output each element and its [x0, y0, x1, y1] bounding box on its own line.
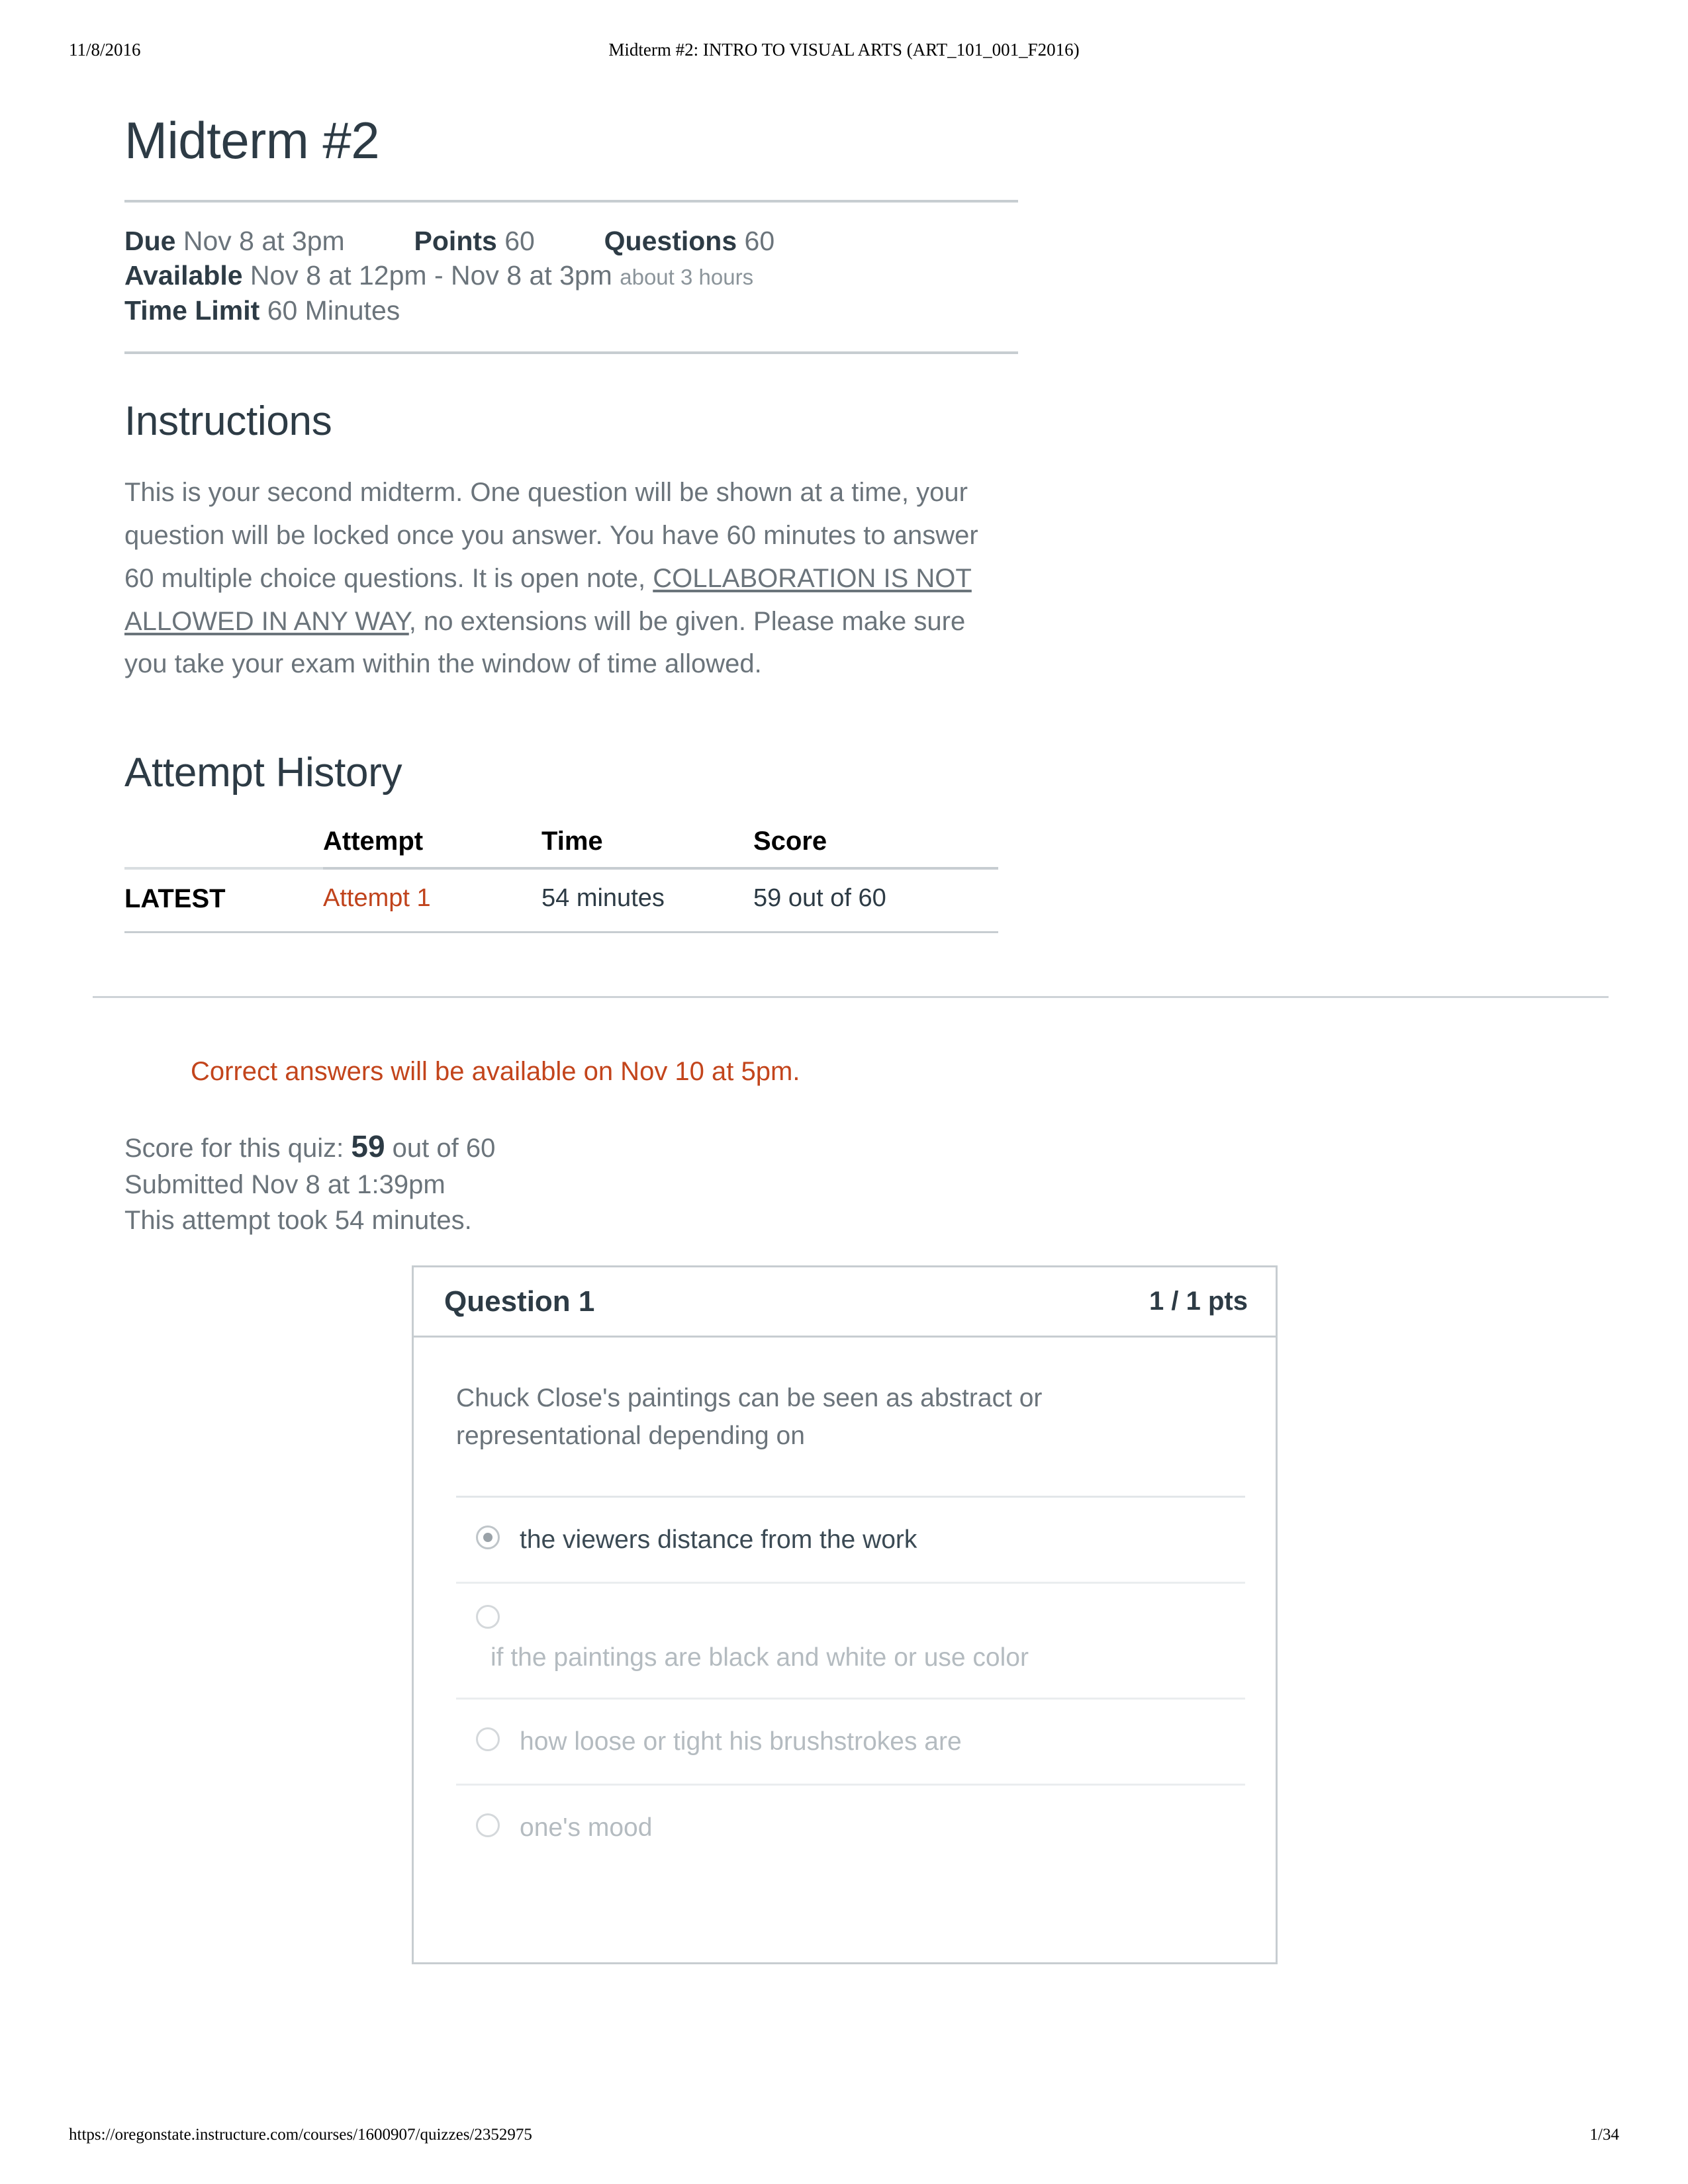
questions-value: 60 — [744, 225, 775, 256]
print-footer-url: https://oregonstate.instructure.com/cour… — [69, 2126, 532, 2144]
answer-option-1[interactable]: the viewers distance from the work — [456, 1496, 1245, 1582]
table-row: LATEST Attempt 1 54 minutes 59 out of 60 — [124, 868, 998, 934]
answer-option-label: if the paintings are black and white or … — [491, 1643, 1029, 1672]
radio-wrap-4 — [456, 1811, 520, 1838]
score-line: Score for this quiz: 59 out of 60 — [124, 1126, 1614, 1167]
column-header-blank — [124, 827, 323, 870]
instructions-body: This is your second midterm. One questio… — [124, 471, 998, 686]
correct-answers-availability-note: Correct answers will be available on Nov… — [191, 1057, 800, 1086]
divider-below-meta — [124, 351, 1018, 355]
print-header: 11/8/2016 Midterm #2: INTRO TO VISUAL AR… — [0, 40, 1688, 66]
score-summary: Score for this quiz: 59 out of 60 Submit… — [124, 1126, 1614, 1238]
status-badge: LATEST — [124, 884, 226, 914]
attempt-history-tbody: LATEST Attempt 1 54 minutes 59 out of 60 — [124, 868, 998, 934]
radio-unselected-icon[interactable] — [476, 1813, 500, 1838]
time-limit-value: 60 Minutes — [267, 295, 400, 326]
due-label: Due — [124, 225, 176, 256]
points-label: Points — [414, 225, 497, 256]
questions-label: Questions — [604, 225, 737, 256]
page-title: Midterm #2 — [124, 111, 380, 169]
answer-option-label: one's mood — [520, 1813, 653, 1843]
quiz-meta: Due Nov 8 at 3pm Points 60 Questions 60 … — [124, 224, 1614, 328]
available-duration: about 3 hours — [620, 265, 754, 290]
results-section: Correct answers will be available on Nov… — [124, 1056, 1614, 1238]
answer-options: the viewers distance from the work if th… — [456, 1496, 1245, 1962]
attempt-history-heading: Attempt History — [124, 750, 402, 796]
section-divider — [93, 996, 1609, 998]
radio-unselected-icon[interactable] — [476, 1604, 500, 1629]
quiz-meta-line-1: Due Nov 8 at 3pm Points 60 Questions 60 — [124, 224, 1614, 258]
answer-option-4[interactable]: one's mood — [456, 1784, 1245, 1870]
column-header-time: Time — [541, 827, 753, 870]
column-header-attempt: Attempt — [323, 827, 541, 870]
column-header-score: Score — [753, 827, 998, 870]
question-body: Chuck Close's paintings can be seen as a… — [414, 1338, 1276, 1962]
quiz-results-page: 11/8/2016 Midterm #2: INTRO TO VISUAL AR… — [0, 0, 1688, 2184]
cell-latest-badge: LATEST — [124, 868, 323, 934]
duration-line: This attempt took 54 minutes. — [124, 1206, 472, 1236]
radio-unselected-icon[interactable] — [476, 1727, 500, 1752]
question-card: Question 1 1 / 1 pts Chuck Close's paint… — [412, 1265, 1278, 1964]
radio-wrap-1 — [456, 1523, 520, 1550]
quiz-content: Midterm #2 Due Nov 8 at 3pm Points 60 Qu… — [124, 111, 1614, 934]
divider-above-meta — [124, 199, 1018, 203]
question-title: Question 1 — [444, 1285, 595, 1318]
score-value: 59 — [351, 1129, 385, 1163]
print-footer-page-number: 1/34 — [1589, 2126, 1619, 2144]
attempt-link[interactable]: Attempt 1 — [323, 884, 431, 912]
answer-option-2[interactable]: if the paintings are black and white or … — [456, 1581, 1245, 1698]
quiz-meta-line-3: Time Limit 60 Minutes — [124, 293, 1614, 328]
cell-attempt: Attempt 1 — [323, 868, 541, 934]
available-value: Nov 8 at 12pm - Nov 8 at 3pm — [250, 260, 612, 291]
answer-option-label: how loose or tight his brushstrokes are — [520, 1727, 962, 1756]
question-header: Question 1 1 / 1 pts — [414, 1267, 1276, 1338]
radio-wrap-2 — [456, 1604, 520, 1629]
score-suffix: out of 60 — [385, 1134, 496, 1163]
question-text: Chuck Close's paintings can be seen as a… — [456, 1384, 1043, 1450]
available-label: Available — [124, 260, 243, 291]
radio-wrap-3 — [456, 1725, 520, 1752]
attempt-history-table: Attempt Time Score LATEST Attempt 1 54 m… — [124, 827, 998, 934]
answer-option-3[interactable]: how loose or tight his brushstrokes are — [456, 1698, 1245, 1784]
instructions-heading: Instructions — [124, 398, 332, 445]
print-footer: https://oregonstate.instructure.com/cour… — [0, 2126, 1688, 2152]
time-limit-label: Time Limit — [124, 295, 260, 326]
quiz-meta-line-2: Available Nov 8 at 12pm - Nov 8 at 3pm a… — [124, 258, 1614, 293]
cell-score: 59 out of 60 — [753, 868, 998, 934]
cell-time: 54 minutes — [541, 868, 753, 934]
submitted-line: Submitted Nov 8 at 1:39pm — [124, 1170, 445, 1200]
radio-selected-icon[interactable] — [476, 1525, 500, 1550]
answer-option-label: the viewers distance from the work — [520, 1525, 917, 1555]
points-value: 60 — [504, 225, 535, 256]
print-document-title: Midterm #2: INTRO TO VISUAL ARTS (ART_10… — [608, 40, 1080, 60]
table-header-row: Attempt Time Score — [124, 827, 998, 870]
score-prefix: Score for this quiz: — [124, 1134, 352, 1163]
due-value: Nov 8 at 3pm — [183, 225, 345, 256]
question-points: 1 / 1 pts — [1149, 1287, 1248, 1316]
attempt-history-thead: Attempt Time Score — [124, 827, 998, 870]
